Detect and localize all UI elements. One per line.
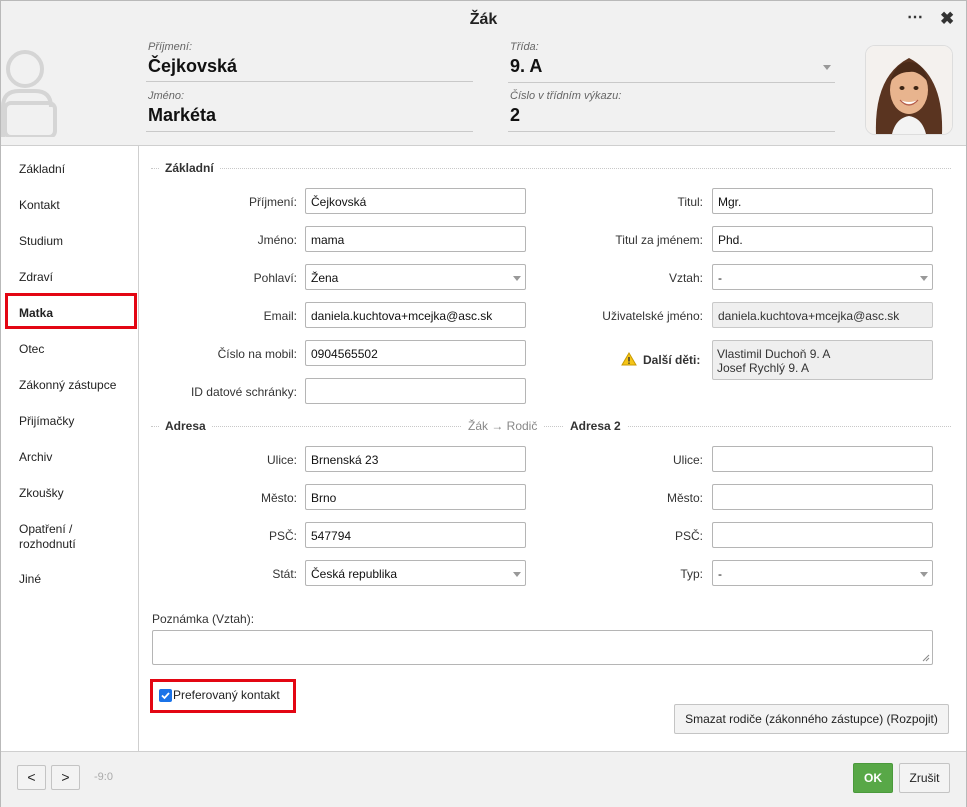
resize-grip-icon[interactable] bbox=[922, 654, 930, 662]
close-icon[interactable]: ✖ bbox=[940, 10, 954, 27]
sidebar-item-jine[interactable]: Jiné bbox=[19, 572, 41, 587]
surname-input[interactable]: Čejkovská bbox=[305, 188, 526, 214]
sidebar-item-zakonny-zastupce[interactable]: Zákonný zástupce bbox=[19, 378, 116, 393]
databox-input[interactable] bbox=[305, 378, 526, 404]
email-input[interactable]: daniela.kuchtova+mcejka@asc.sk bbox=[305, 302, 526, 328]
street2-input[interactable] bbox=[712, 446, 933, 472]
header-class-number-label: Číslo v třídním výkazu: bbox=[510, 90, 622, 102]
content-panel: Základní Příjmení: Čejkovská Jméno: mama… bbox=[139, 145, 966, 752]
avatar-placeholder-icon bbox=[1, 45, 59, 139]
title-after-label: Titul za jménem: bbox=[615, 233, 703, 247]
section-divider bbox=[151, 168, 951, 169]
note-textarea[interactable] bbox=[152, 630, 933, 665]
section-divider bbox=[151, 426, 951, 427]
street2-label: Ulice: bbox=[672, 453, 703, 467]
firstname-label: Jméno: bbox=[257, 233, 297, 247]
ok-button[interactable]: OK bbox=[853, 763, 893, 793]
other-children-list: Vlastimil Duchoň 9. A Josef Rychlý 9. A bbox=[712, 340, 933, 380]
city2-input[interactable] bbox=[712, 484, 933, 510]
mobile-label: Číslo na mobil: bbox=[217, 347, 297, 361]
header-class-number-value: 2 bbox=[510, 105, 521, 125]
city-label: Město: bbox=[260, 491, 297, 505]
country-select[interactable]: Česká republika bbox=[305, 560, 526, 586]
zip2-label: PSČ: bbox=[674, 529, 703, 543]
sidebar-item-otec[interactable]: Otec bbox=[19, 342, 44, 357]
street-input[interactable]: Brnenská 23 bbox=[305, 446, 526, 472]
sidebar-item-archiv[interactable]: Archiv bbox=[19, 450, 52, 465]
surname-label: Příjmení: bbox=[248, 195, 297, 209]
street-label: Ulice: bbox=[266, 453, 297, 467]
chevron-down-icon bbox=[823, 65, 831, 70]
other-children-label: Další děti: bbox=[643, 353, 701, 367]
sidebar: Základní Kontakt Studium Zdraví Matka Ot… bbox=[1, 145, 139, 752]
header-class-value: 9. A bbox=[510, 56, 543, 76]
section-title-address: Adresa bbox=[159, 419, 212, 433]
preferred-contact-checkbox[interactable] bbox=[159, 689, 172, 702]
type-label: Typ: bbox=[680, 567, 703, 581]
sidebar-item-kontakt[interactable]: Kontakt bbox=[19, 198, 60, 213]
country-label: Stát: bbox=[272, 567, 297, 581]
footer-bar: < > -9:0 OK Zrušit bbox=[1, 751, 966, 807]
zip-input[interactable]: 547794 bbox=[305, 522, 526, 548]
relation-select[interactable]: - bbox=[712, 264, 933, 290]
title-bar: Žák ⋯ ✖ bbox=[1, 1, 966, 37]
header-firstname-field: Jméno: Markéta bbox=[146, 86, 473, 132]
header-surname-value: Čejkovská bbox=[148, 56, 238, 76]
student-header: Příjmení: Čejkovská Jméno: Markéta Třída… bbox=[1, 37, 966, 145]
header-firstname-label: Jméno: bbox=[148, 90, 185, 102]
copy-address-link[interactable]: Žák → Rodič bbox=[462, 419, 544, 433]
header-class-label: Třída: bbox=[510, 41, 539, 53]
prev-button[interactable]: < bbox=[17, 765, 46, 790]
sidebar-item-zdravi[interactable]: Zdraví bbox=[19, 270, 53, 285]
delete-parent-button[interactable]: Smazat rodiče (zákonného zástupce) (Rozp… bbox=[674, 704, 949, 734]
city-input[interactable]: Brno bbox=[305, 484, 526, 510]
other-child-item: Josef Rychlý 9. A bbox=[717, 361, 810, 375]
note-label: Poznámka (Vztah): bbox=[152, 612, 255, 626]
gender-select[interactable]: Žena bbox=[305, 264, 526, 290]
dialog-title: Žák bbox=[469, 11, 498, 28]
preferred-contact-highlight: Preferovaný kontakt bbox=[150, 679, 296, 713]
city2-label: Město: bbox=[666, 491, 703, 505]
sidebar-item-zkousky[interactable]: Zkoušky bbox=[19, 486, 64, 501]
section-title-address2: Adresa 2 bbox=[564, 419, 627, 433]
zip-label: PSČ: bbox=[268, 529, 297, 543]
warning-icon bbox=[621, 352, 637, 369]
record-status: -9:0 bbox=[94, 771, 113, 783]
preferred-contact-label[interactable]: Preferovaný kontakt bbox=[173, 688, 280, 702]
header-class-select[interactable]: Třída: 9. A bbox=[508, 37, 835, 83]
username-label: Uživatelské jméno: bbox=[602, 309, 703, 323]
username-field: daniela.kuchtova+mcejka@asc.sk bbox=[712, 302, 933, 328]
header-surname-label: Příjmení: bbox=[148, 41, 193, 53]
section-title-basic: Základní bbox=[159, 161, 220, 175]
gender-label: Pohlaví: bbox=[253, 271, 297, 285]
header-firstname-value: Markéta bbox=[148, 105, 217, 125]
firstname-input[interactable]: mama bbox=[305, 226, 526, 252]
email-label: Email: bbox=[263, 309, 297, 323]
next-button[interactable]: > bbox=[51, 765, 80, 790]
sidebar-item-prijimacky[interactable]: Přijímačky bbox=[19, 414, 74, 429]
sidebar-item-studium[interactable]: Studium bbox=[19, 234, 63, 249]
databox-label: ID datové schránky: bbox=[190, 385, 297, 399]
more-icon[interactable]: ⋯ bbox=[907, 7, 923, 27]
checkmark-icon bbox=[161, 692, 170, 700]
other-child-item: Vlastimil Duchoň 9. A bbox=[717, 347, 831, 361]
student-photo[interactable] bbox=[865, 45, 953, 135]
title-label: Titul: bbox=[677, 195, 703, 209]
type-select[interactable]: - bbox=[712, 560, 933, 586]
mobile-input[interactable]: 0904565502 bbox=[305, 340, 526, 366]
title-input[interactable]: Mgr. bbox=[712, 188, 933, 214]
sidebar-item-opatreni[interactable]: Opatření / rozhodnutí bbox=[19, 522, 119, 552]
zip2-input[interactable] bbox=[712, 522, 933, 548]
cancel-button[interactable]: Zrušit bbox=[899, 763, 950, 793]
student-dialog: Žák ⋯ ✖ Příjmení: Čejkovská Jméno: Marké… bbox=[0, 0, 967, 807]
header-surname-field: Příjmení: Čejkovská bbox=[146, 37, 473, 82]
header-class-number-field: Číslo v třídním výkazu: 2 bbox=[508, 86, 835, 132]
sidebar-item-matka[interactable]: Matka bbox=[19, 306, 53, 321]
sidebar-item-zakladni[interactable]: Základní bbox=[19, 162, 65, 177]
title-after-input[interactable]: Phd. bbox=[712, 226, 933, 252]
relation-label: Vztah: bbox=[668, 271, 703, 285]
